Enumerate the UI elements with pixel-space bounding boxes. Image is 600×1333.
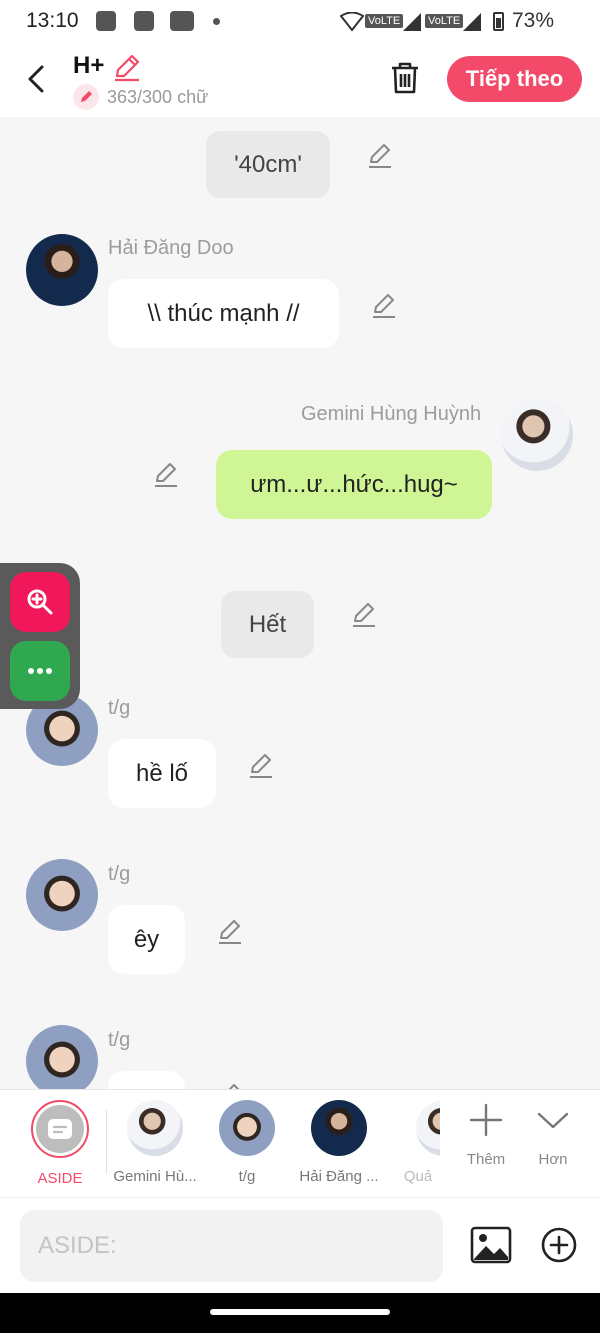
floating-tools-panel: [0, 563, 80, 709]
more-label: Hơn: [538, 1151, 568, 1168]
character-label: Quả: [403, 1168, 433, 1185]
character-label: t/g: [238, 1168, 256, 1185]
edit-message-icon[interactable]: [216, 1081, 244, 1089]
avatar: [127, 1100, 183, 1156]
counter-pencil-icon: [73, 84, 99, 110]
home-indicator[interactable]: [210, 1309, 390, 1315]
input-bar: [0, 1197, 600, 1294]
character-label: Gemini Hù...: [113, 1168, 197, 1185]
word-counter: 363/300 chữ: [107, 87, 209, 107]
avatar: [219, 1100, 275, 1156]
volte-badge: VoLTE: [365, 14, 404, 28]
divider: [106, 1110, 107, 1174]
sender-name: t/g: [108, 1029, 131, 1051]
character-hai-dang[interactable]: Hải Đăng ...: [294, 1100, 384, 1185]
chat-area: '40cm' Hải Đăng Doo \\ thúc mạnh // Gemi…: [0, 117, 600, 1089]
notification-dot-icon: [213, 18, 220, 25]
youtube-icon: [170, 11, 194, 31]
message-text: hề lố: [135, 759, 189, 787]
message-bubble[interactable]: \\ thúc mạnh //: [108, 279, 339, 348]
message-text: ưm...ư...hức...hug~: [250, 470, 458, 498]
edit-message-icon[interactable]: [370, 291, 398, 319]
edit-title-icon[interactable]: [112, 52, 142, 82]
more-options-button[interactable]: [10, 641, 70, 701]
page-title: H+: [73, 52, 105, 79]
aside-chat-icon: [48, 1119, 72, 1139]
avatar: [416, 1100, 440, 1156]
volte-badge-2: VoLTE: [425, 14, 464, 28]
edit-message-icon[interactable]: [152, 460, 180, 488]
avatar-gemini[interactable]: [501, 399, 573, 471]
character-label: ASIDE: [37, 1170, 83, 1187]
message-text: \\ thúc mạnh //: [147, 299, 300, 327]
status-bar: 13:10 VoLTE VoLTE 73%: [0, 0, 600, 44]
zoom-in-icon: [27, 589, 53, 615]
sender-name: t/g: [108, 697, 131, 719]
image-icon[interactable]: [470, 1226, 512, 1264]
message-bubble[interactable]: êy: [108, 905, 185, 974]
narration-bubble[interactable]: Hết: [221, 591, 314, 658]
wifi-icon: [340, 12, 364, 32]
ellipsis-icon: [28, 668, 52, 674]
avatar-tg[interactable]: [26, 859, 98, 931]
edit-message-icon[interactable]: [350, 600, 378, 628]
character-label: Hải Đăng ...: [299, 1168, 379, 1185]
add-character-button[interactable]: Thêm: [456, 1102, 516, 1168]
avatar-tg[interactable]: [26, 1025, 98, 1089]
plus-icon: [469, 1103, 503, 1137]
message-bubble-self[interactable]: ưm...ư...hức...hug~: [216, 450, 492, 519]
back-arrow-icon[interactable]: [22, 62, 52, 96]
system-nav-bar: [0, 1293, 600, 1333]
battery-icon: [493, 12, 504, 31]
trash-icon[interactable]: [388, 60, 422, 96]
message-text: '40cm': [234, 150, 302, 178]
character-selector: ASIDE Gemini Hù... t/g Hải Đăng ... Quả …: [0, 1089, 600, 1198]
zoom-in-button[interactable]: [10, 572, 70, 632]
battery-percent: 73%: [511, 9, 554, 32]
signal-icon-2: [463, 13, 481, 31]
character-qua[interactable]: Quả: [396, 1100, 440, 1185]
aside-avatar: [31, 1100, 89, 1158]
edit-message-icon[interactable]: [247, 751, 275, 779]
message-bubble[interactable]: [108, 1071, 185, 1089]
avatar: [311, 1100, 367, 1156]
character-aside[interactable]: ASIDE: [15, 1100, 105, 1187]
more-characters-button[interactable]: Hơn: [523, 1102, 583, 1168]
message-text: Hết: [248, 610, 287, 638]
message-input[interactable]: [20, 1210, 443, 1282]
sender-name: t/g: [108, 863, 131, 885]
add-circle-icon[interactable]: [540, 1226, 578, 1264]
status-time: 13:10: [26, 9, 79, 32]
add-label: Thêm: [466, 1151, 506, 1168]
avatar-hai-dang[interactable]: [26, 234, 98, 306]
zalo-icon: [134, 11, 154, 31]
message-text: êy: [133, 925, 160, 953]
character-tg[interactable]: t/g: [202, 1100, 292, 1185]
shopee-icon: [96, 11, 116, 31]
sender-name: Gemini Hùng Huỳnh: [301, 403, 482, 425]
signal-icon: [403, 13, 421, 31]
header: H+ 363/300 chữ Tiếp theo: [0, 44, 600, 117]
edit-message-icon[interactable]: [366, 141, 394, 169]
sender-name: Hải Đăng Doo: [108, 237, 234, 259]
character-gemini[interactable]: Gemini Hù...: [110, 1100, 200, 1185]
next-button[interactable]: Tiếp theo: [447, 56, 582, 102]
narration-bubble[interactable]: '40cm': [206, 131, 330, 198]
chevron-down-icon: [537, 1112, 569, 1129]
message-bubble[interactable]: hề lố: [108, 739, 216, 808]
edit-message-icon[interactable]: [216, 917, 244, 945]
